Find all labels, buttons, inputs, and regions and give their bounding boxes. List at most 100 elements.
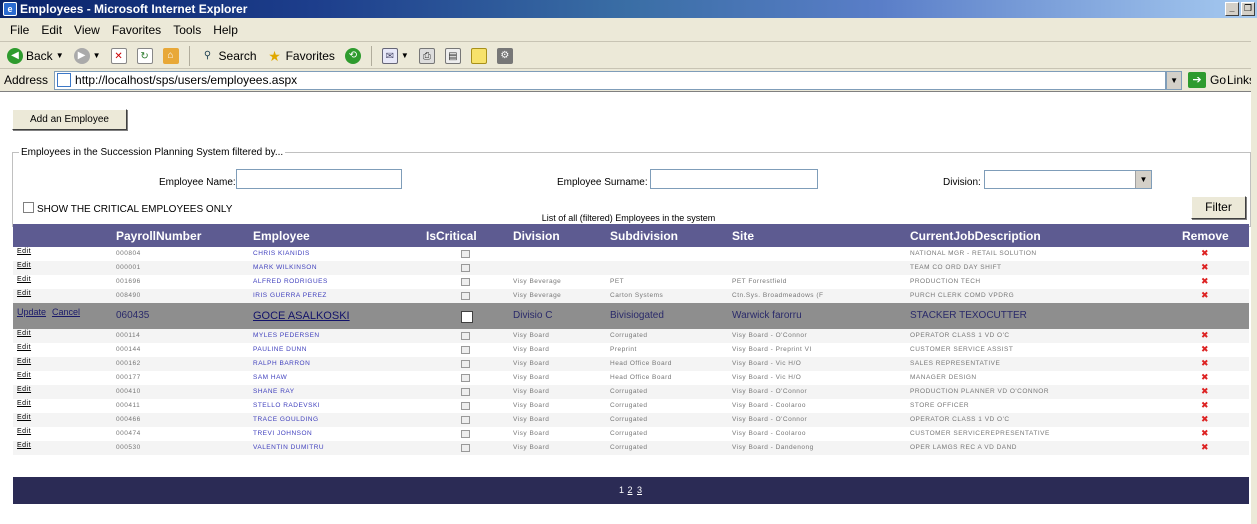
refresh-button[interactable]: ↻ [134,45,156,67]
address-dropdown-button[interactable]: ▼ [1166,70,1183,90]
header-iscritical[interactable]: IsCritical [426,229,477,243]
print-button[interactable]: ⎙ [416,45,438,67]
edit-link[interactable]: Edit [17,414,31,421]
header-employee[interactable]: Employee [253,229,310,243]
edit-link[interactable]: Edit [17,248,31,255]
employee-link[interactable]: IRIS GUERRA PEREZ [253,292,327,299]
table-row: Edit 000804 CHRIS KIANIDIS NATIONAL MGR - R… [13,247,1249,261]
remove-icon[interactable]: ✖ [1201,414,1209,425]
remove-icon[interactable]: ✖ [1201,330,1209,341]
vertical-scrollbar[interactable] [1251,18,1257,524]
edit-link[interactable]: Edit [17,386,31,393]
mail-button[interactable]: ✉ ▼ [379,45,412,67]
critical-only-checkbox[interactable] [23,202,34,213]
edit-link[interactable]: Edit [17,276,31,283]
employee-link[interactable]: VALENTIN DUMITRU [253,444,324,451]
edit-payroll-value[interactable]: 060435 [116,310,149,321]
go-button[interactable]: ➔ Go [1188,72,1226,88]
back-button[interactable]: ◀ Back ▼ [4,45,67,67]
iscritical-checkbox [461,430,470,438]
menu-view[interactable]: View [68,23,106,37]
edit-job-value[interactable]: STACKER TEXOCUTTER [910,310,1027,321]
employee-link[interactable]: ALFRED RODRIGUES [253,278,328,285]
discuss-button[interactable] [468,45,490,67]
edit-link[interactable]: Edit [17,372,31,379]
restore-button[interactable]: ❐ [1241,2,1255,16]
menu-file[interactable]: File [4,23,35,37]
favorites-button[interactable]: ★ Favorites [264,45,338,67]
employee-name-label: Employee Name: [159,177,236,188]
table-row: Edit 008490 IRIS GUERRA PEREZ Visy Beverage… [13,289,1249,303]
header-division[interactable]: Division [513,229,560,243]
site-cell: Visy Board - Coolaroo [732,430,806,437]
site-cell: Visy Board - Coolaroo [732,402,806,409]
search-button[interactable]: ⚲ Search [197,45,260,67]
remove-icon[interactable]: ✖ [1201,262,1209,273]
edit-site-value[interactable]: Warwick farorru [732,310,802,321]
employee-link[interactable]: SAM HAW [253,374,287,381]
menu-edit[interactable]: Edit [35,23,68,37]
messenger-button[interactable]: ⚙ [494,45,516,67]
edit-link[interactable]: Edit [17,330,31,337]
employee-link[interactable]: STELLO RADEVSKI [253,402,320,409]
edit-link[interactable]: Edit [17,358,31,365]
header-site[interactable]: Site [732,229,754,243]
edit-link[interactable]: Edit [17,290,31,297]
division-label: Division: [943,177,981,188]
header-subdivision[interactable]: Subdivision [610,229,678,243]
remove-icon[interactable]: ✖ [1201,428,1209,439]
employee-link[interactable]: CHRIS KIANIDIS [253,250,310,257]
home-button[interactable]: ⌂ [160,45,182,67]
employee-link[interactable]: MYLES PEDERSEN [253,332,320,339]
forward-button[interactable]: ▶ ▼ [71,45,104,67]
edit-subdivision-value[interactable]: Bivisiogated [610,310,664,321]
menu-help[interactable]: Help [207,23,244,37]
add-employee-button[interactable]: Add an Employee [12,109,127,130]
remove-icon[interactable]: ✖ [1201,442,1209,453]
edit-division-value[interactable]: Divisio C [513,310,552,321]
remove-icon[interactable]: ✖ [1201,344,1209,355]
address-label: Address [4,73,49,87]
remove-icon[interactable]: ✖ [1201,276,1209,287]
employee-link[interactable]: TREVI JOHNSON [253,430,312,437]
menu-tools[interactable]: Tools [167,23,207,37]
history-button[interactable]: ⟲ [342,45,364,67]
cancel-link[interactable]: Cancel [52,307,80,317]
header-current-job[interactable]: CurrentJobDescription [910,229,1041,243]
toolbar-separator [188,45,190,66]
edit-link[interactable]: Edit [17,400,31,407]
header-payroll[interactable]: PayrollNumber [116,229,201,243]
edit-link[interactable]: Edit [17,442,31,449]
menu-favorites[interactable]: Favorites [106,23,167,37]
remove-icon[interactable]: ✖ [1201,400,1209,411]
division-select[interactable]: ▼ [984,170,1152,189]
employee-link[interactable]: PAULINE DUNN [253,346,307,353]
employee-surname-input[interactable] [650,169,818,189]
employee-link[interactable]: RALPH BARRON [253,360,310,367]
remove-icon[interactable]: ✖ [1201,248,1209,259]
stop-button[interactable]: ✕ [108,45,130,67]
minimize-button[interactable]: _ [1225,2,1239,16]
edit-employee-link[interactable]: GOCE ASALKOSKI [253,310,350,322]
pager-link[interactable]: 2 [627,485,632,495]
employee-link[interactable]: MARK WILKINSON [253,264,317,271]
pager-link[interactable]: 3 [637,485,642,495]
subdivision-cell: Head Office Board [610,374,672,381]
payroll-cell: 001696 [116,278,141,285]
edit-page-button[interactable]: ▤ [442,45,464,67]
edit-link[interactable]: Edit [17,344,31,351]
remove-icon[interactable]: ✖ [1201,290,1209,301]
update-link[interactable]: Update [17,307,46,317]
edit-link[interactable]: Edit [17,428,31,435]
job-cell: OPERATOR CLASS 1 VD O'C [910,332,1010,339]
employee-link[interactable]: TRACE GOULDING [253,416,319,423]
edit-link[interactable]: Edit [17,262,31,269]
edit-iscritical-checkbox[interactable] [461,311,473,323]
remove-icon[interactable]: ✖ [1201,372,1209,383]
address-input[interactable]: http://localhost/sps/users/employees.asp… [54,70,1167,90]
job-cell: SALES REPRESENTATIVE [910,360,1001,367]
remove-icon[interactable]: ✖ [1201,386,1209,397]
employee-name-input[interactable] [236,169,402,189]
remove-icon[interactable]: ✖ [1201,358,1209,369]
employee-link[interactable]: SHANE RAY [253,388,295,395]
